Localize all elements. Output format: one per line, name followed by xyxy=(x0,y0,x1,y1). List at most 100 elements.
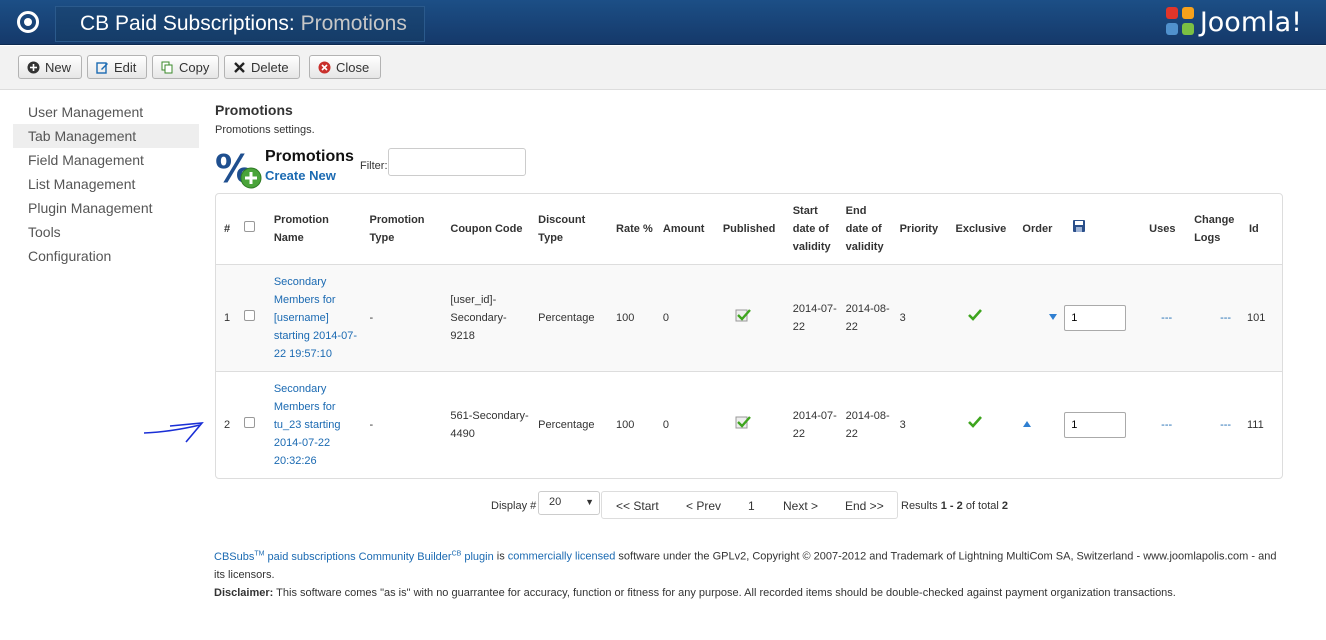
row-checkbox[interactable] xyxy=(243,416,255,428)
display-count-select[interactable]: 20 ▼ xyxy=(538,491,600,515)
change-logs-link[interactable]: --- xyxy=(1220,419,1231,431)
published-icon[interactable] xyxy=(735,415,751,432)
results-range: 1 - 2 xyxy=(940,500,963,512)
delete-button-label: Delete xyxy=(251,59,289,75)
promotions-percent-icon: % xyxy=(215,147,263,191)
edit-icon xyxy=(96,61,109,74)
close-button[interactable]: Close xyxy=(309,55,381,79)
col-promotion-type[interactable]: Promotion Type xyxy=(362,194,443,264)
sidebar-item-plugin-management[interactable]: Plugin Management xyxy=(13,196,199,220)
promotion-name-link[interactable]: Secondary Members for [username] startin… xyxy=(274,276,357,360)
row-rate: 100 xyxy=(608,370,655,478)
sidebar-item-field-management[interactable]: Field Management xyxy=(13,148,199,172)
joomla-mark-icon xyxy=(1165,7,1196,37)
table-row: 2 Secondary Members for tu_23 starting 2… xyxy=(216,370,1282,478)
page-title-main: CB Paid Subscriptions: xyxy=(80,12,295,35)
admin-menu-icon[interactable] xyxy=(17,11,39,33)
row-change-logs: --- xyxy=(1186,370,1241,478)
col-exclusive[interactable]: Exclusive xyxy=(947,194,1014,264)
change-logs-link[interactable]: --- xyxy=(1220,312,1231,324)
sidebar-item-configuration[interactable]: Configuration xyxy=(13,244,199,268)
sidebar-item-tools[interactable]: Tools xyxy=(13,220,199,244)
row-checkbox[interactable] xyxy=(243,309,255,321)
plugin-label: plugin xyxy=(461,550,494,563)
col-start-date[interactable]: Start date of validity xyxy=(785,194,838,264)
col-amount[interactable]: Amount xyxy=(655,194,715,264)
edit-button[interactable]: Edit xyxy=(87,55,147,79)
sidebar-item-user-management[interactable]: User Management xyxy=(13,100,199,124)
admin-header: CB Paid Subscriptions: Promotions Joomla… xyxy=(0,0,1326,45)
create-new-link[interactable]: Create New xyxy=(265,168,336,183)
col-coupon-code[interactable]: Coupon Code xyxy=(442,194,530,264)
order-down-arrow-icon[interactable] xyxy=(1048,312,1058,324)
new-button[interactable]: New xyxy=(18,55,82,79)
col-change-logs[interactable]: Change Logs xyxy=(1186,194,1241,264)
row-promotion-name: Secondary Members for tu_23 starting 201… xyxy=(265,370,362,478)
cb-mark: CB xyxy=(451,550,462,557)
sidebar-item-list-management[interactable]: List Management xyxy=(13,172,199,196)
table-row: 1 Secondary Members for [username] start… xyxy=(216,263,1282,371)
page-next-link[interactable]: Next > xyxy=(783,499,818,513)
row-order xyxy=(1014,370,1065,478)
row-start-date: 2014-07-22 xyxy=(784,370,838,478)
order-input[interactable] xyxy=(1064,411,1127,438)
page-current[interactable]: 1 xyxy=(748,499,755,513)
col-published[interactable]: Published xyxy=(715,194,785,264)
uses-link[interactable]: --- xyxy=(1161,312,1172,324)
section-heading: Promotions xyxy=(215,102,293,118)
sidebar-item-tab-management[interactable]: Tab Management xyxy=(13,124,199,148)
row-end-date: 2014-08-22 xyxy=(837,370,892,478)
check-icon[interactable] xyxy=(967,308,983,325)
row-uses: --- xyxy=(1141,263,1187,371)
edit-button-label: Edit xyxy=(114,59,137,75)
col-promotion-name[interactable]: Promotion Name xyxy=(266,194,362,264)
col-uses[interactable]: Uses xyxy=(1141,194,1186,264)
filter-input[interactable] xyxy=(388,148,526,176)
order-up-arrow-icon[interactable] xyxy=(1022,419,1032,431)
promotion-name-link[interactable]: Secondary Members for tu_23 starting 201… xyxy=(274,383,341,467)
col-id[interactable]: Id xyxy=(1241,194,1282,264)
disclaimer-text: This software comes "as is" with no guar… xyxy=(273,586,1176,599)
page-end-link[interactable]: End >> xyxy=(845,499,884,513)
col-order[interactable]: Order xyxy=(1014,194,1064,264)
row-priority: 3 xyxy=(891,370,948,478)
page-start-link[interactable]: << Start xyxy=(616,499,659,513)
row-priority: 3 xyxy=(891,263,948,371)
order-input[interactable] xyxy=(1064,304,1127,331)
commercially-licensed-link[interactable]: commercially licensed xyxy=(508,551,616,563)
is-text: is xyxy=(493,550,508,563)
col-discount-type[interactable]: Discount Type xyxy=(530,194,608,264)
joomla-logo: Joomla! xyxy=(1165,5,1302,39)
col-end-date[interactable]: End date of validity xyxy=(838,194,892,264)
row-order-input-cell xyxy=(1064,370,1142,478)
display-count-value: 20 xyxy=(549,496,562,508)
select-all-checkbox[interactable] xyxy=(243,220,255,232)
col-priority[interactable]: Priority xyxy=(892,194,948,264)
row-promotion-type: - xyxy=(361,263,443,371)
col-select-all xyxy=(236,194,266,264)
new-button-label: New xyxy=(45,59,72,75)
col-num: # xyxy=(224,222,231,235)
row-change-logs: --- xyxy=(1186,263,1241,371)
disclaimer-label: Disclaimer: xyxy=(214,586,274,599)
row-amount: 0 xyxy=(654,263,715,371)
save-order-icon[interactable] xyxy=(1072,219,1086,236)
page-navigation: << Start < Prev 1 Next > End >> xyxy=(601,491,898,519)
row-amount: 0 xyxy=(654,370,715,478)
col-rate[interactable]: Rate % xyxy=(608,194,655,264)
license-text: CBSubsTM paid subscriptions Community Bu… xyxy=(214,545,1286,584)
delete-button[interactable]: Delete xyxy=(224,55,300,79)
copy-icon xyxy=(161,61,174,74)
chevron-down-icon: ▼ xyxy=(585,497,594,507)
cbsubs-link[interactable]: CBSubsTM paid subscriptions Community Bu… xyxy=(214,550,494,563)
row-discount-type: Percentage xyxy=(530,370,609,478)
annotation-arrow-icon xyxy=(140,418,206,449)
published-icon[interactable] xyxy=(735,308,751,325)
row-start-date: 2014-07-22 xyxy=(784,263,838,371)
page-prev-link[interactable]: < Prev xyxy=(686,499,721,513)
row-num: 2 xyxy=(216,370,236,478)
copy-button[interactable]: Copy xyxy=(152,55,219,79)
check-icon[interactable] xyxy=(967,415,983,432)
row-id: 111 xyxy=(1241,370,1282,478)
uses-link[interactable]: --- xyxy=(1161,419,1172,431)
